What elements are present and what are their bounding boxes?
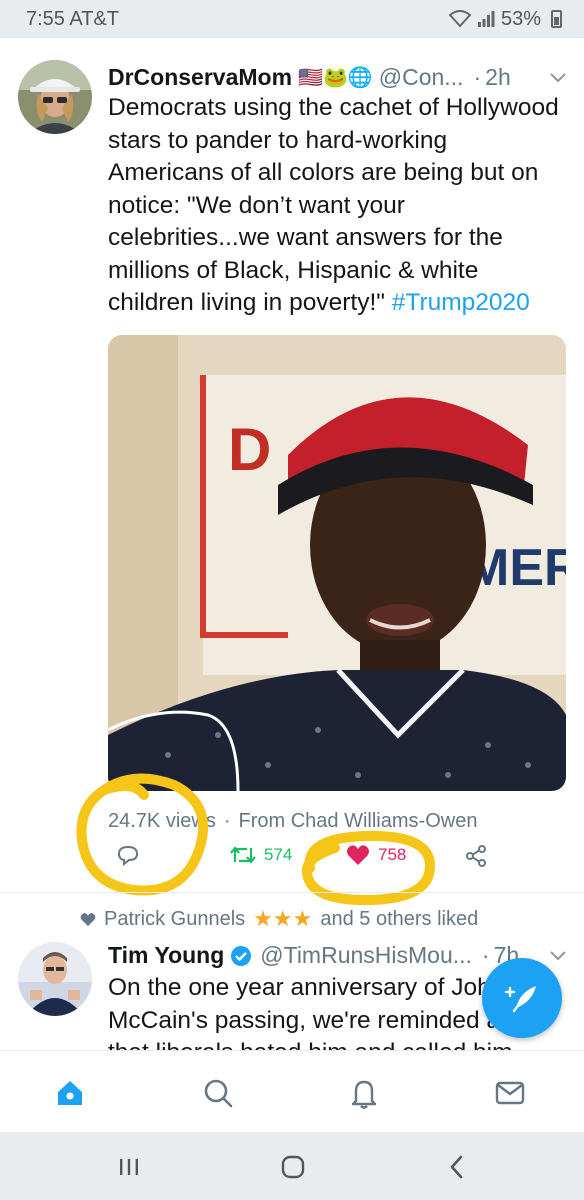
tweet-text-line: stars to pander to hard-working [108,126,448,154]
retweet-icon [230,846,256,864]
tweet-time[interactable]: 2h [485,64,511,91]
tab-notifications[interactable] [344,1073,384,1113]
reply-icon [117,845,139,866]
profile-badges: 🇺🇸🐸🌐 [298,67,373,89]
handle[interactable]: @Con... [379,64,464,91]
timeline[interactable]: DrConservaMom 🇺🇸🐸🌐 @Con... · 2h Democrat… [0,38,584,1050]
highlight-scribble [76,773,209,896]
retweet-button[interactable]: 574 [230,844,292,866]
chevron-down-icon[interactable] [550,945,566,966]
tweet-actions: 574 758 [108,844,568,880]
tweet-header: DrConservaMom 🇺🇸🐸🌐 @Con... · 2h [108,64,566,91]
tweet-text-line: millions of Black, Hispanic & white [108,256,479,284]
search-icon [204,1079,233,1108]
notifications-icon [351,1080,377,1109]
tweet-text-line: that liberals hated him and called him [108,1037,564,1050]
tweet-text-line: Americans of all colors are being but on [108,159,539,186]
avatar[interactable] [18,942,92,1016]
battery-icon [551,10,562,28]
reply-button[interactable] [116,844,148,866]
separator-dot: · [223,810,231,832]
hashtag-link[interactable]: #Trump2020 [392,289,530,316]
share-icon [466,845,486,867]
system-nav-bar [0,1132,584,1200]
retweet-count: 574 [264,845,293,864]
status-left: 7:55 AT&T [26,8,119,31]
video-meta: 24.7K views · From Chad Williams-Owen [108,810,477,833]
home-button-icon [281,1155,305,1179]
handle[interactable]: @TimRunsHisMou... [260,942,472,969]
tweet[interactable]: DrConservaMom 🇺🇸🐸🌐 @Con... · 2h Democrat… [0,38,584,906]
tab-home[interactable] [50,1073,90,1113]
home-icon [58,1081,82,1105]
status-right: 53% [448,7,562,31]
video-thumbnail: D MER [108,335,566,791]
status-bar: 7:55 AT&T 53% [0,0,584,38]
battery-percent: 53% [500,7,541,30]
separator-dot: · [473,64,482,90]
back-icon [450,1155,463,1179]
view-count: 24.7K views [108,810,216,832]
tab-search[interactable] [198,1073,238,1113]
compose-icon [504,986,536,1013]
separator-dot: · [481,942,490,968]
tweet-text-line: celebrities...we want answers for the [108,224,503,251]
share-button[interactable] [464,844,488,868]
wifi-icon [448,10,471,28]
recent-apps-button[interactable] [112,1150,146,1184]
back-button[interactable] [440,1150,474,1184]
status-time: 7:55 [26,7,65,30]
display-name[interactable]: DrConservaMom [108,64,292,91]
heart-icon [80,912,96,926]
verified-icon [231,945,252,966]
avatar[interactable] [18,60,92,134]
display-name[interactable]: Tim Young [108,942,224,969]
divider [0,892,584,893]
compose-tweet-button[interactable] [482,958,562,1038]
tweet-text: Democrats using the cachet of Hollywood … [108,92,564,320]
sign-text: D [228,416,271,483]
messages-icon [495,1081,525,1105]
tab-messages[interactable] [490,1073,530,1113]
recent-apps-icon [120,1159,138,1175]
video-player[interactable]: D MER [108,335,566,791]
like-button[interactable]: 758 [346,844,406,866]
status-carrier: AT&T [69,7,120,30]
chevron-down-icon[interactable] [550,67,566,88]
tweet-text-line: Democrats using the cachet of Hollywood [108,94,559,121]
video-attribution[interactable]: From Chad Williams-Owen [239,810,478,832]
tweet-text-fragment: children living in poverty!" [108,289,385,316]
heart-icon [347,845,369,865]
tweet-text-line: children living in poverty!" #Trump2020 [108,287,564,320]
signal-icon [477,11,495,27]
tab-bar [0,1050,584,1132]
like-count: 758 [378,845,407,864]
tweet-text-line: notice: "We don’t want your [108,191,405,219]
home-button[interactable] [276,1150,310,1184]
